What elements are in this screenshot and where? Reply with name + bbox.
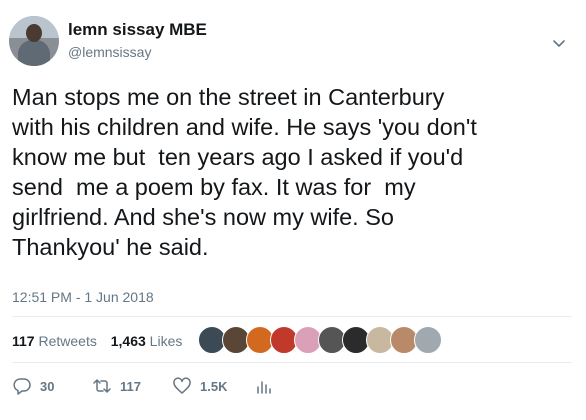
analytics-button[interactable]: [254, 374, 274, 398]
likes-stat[interactable]: 1,463 Likes: [111, 332, 183, 350]
like-count: 1.5K: [200, 378, 228, 394]
divider: [12, 316, 572, 317]
tweet-text: Man stops me on the street in Canterbury…: [12, 84, 477, 260]
reply-button[interactable]: 30: [12, 374, 54, 398]
tweet-timestamp[interactable]: 12:51 PM - 1 Jun 2018: [12, 288, 154, 306]
retweet-button[interactable]: 117: [92, 374, 141, 398]
like-button[interactable]: 1.5K: [172, 374, 227, 398]
author-handle[interactable]: @lemnsissay: [68, 43, 151, 61]
author-display-name[interactable]: lemn sissay MBE: [68, 20, 207, 40]
retweet-icon: [93, 379, 111, 393]
chevron-down-icon[interactable]: [552, 36, 566, 50]
retweets-stat[interactable]: 117 Retweets: [12, 332, 97, 350]
reply-count: 30: [40, 378, 55, 394]
retweet-count: 117: [120, 378, 141, 394]
liker-avatar[interactable]: [414, 326, 442, 354]
analytics-icon: [257, 381, 271, 394]
retweets-stat-count: 117: [12, 333, 35, 349]
tweet-stats: 117 Retweets 1,463 Likes: [12, 332, 192, 350]
author-avatar[interactable]: [9, 16, 59, 66]
reply-icon: [13, 378, 31, 395]
retweets-stat-label: Retweets: [38, 333, 97, 349]
heart-icon: [173, 377, 191, 394]
likes-stat-count: 1,463: [110, 333, 146, 349]
likes-stat-label: Likes: [149, 333, 183, 349]
divider: [12, 362, 572, 363]
